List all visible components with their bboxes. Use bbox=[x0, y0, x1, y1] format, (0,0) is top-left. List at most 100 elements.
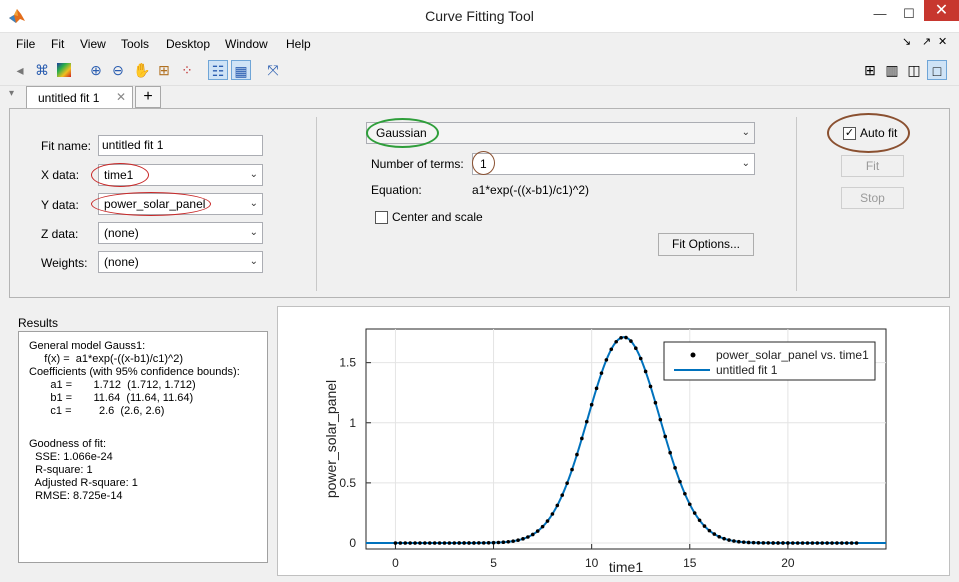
menu-desktop[interactable]: Desktop bbox=[166, 37, 210, 51]
data-point bbox=[511, 539, 515, 543]
undock-arrow-icon[interactable]: ↘ bbox=[902, 35, 911, 48]
data-point bbox=[501, 540, 506, 545]
results-line: a1 = 1.712 (1.712, 1.712) bbox=[29, 379, 196, 391]
maximize-button[interactable]: ☐ bbox=[895, 0, 923, 30]
data-point bbox=[491, 540, 496, 545]
fit-name-input[interactable]: untitled fit 1 bbox=[98, 135, 263, 156]
fit-options-button[interactable]: Fit Options... bbox=[658, 233, 754, 256]
legend-entry-data: power_solar_panel vs. time1 bbox=[716, 348, 869, 362]
data-point bbox=[462, 541, 466, 545]
dock-arrow-icon[interactable]: ↗ bbox=[922, 35, 931, 48]
equation-label: Equation: bbox=[371, 183, 422, 197]
num-terms-select[interactable]: 1 ⌄ bbox=[472, 153, 755, 175]
weights-label: Weights: bbox=[41, 256, 88, 270]
center-scale-checkbox[interactable] bbox=[375, 211, 388, 224]
data-point bbox=[594, 386, 599, 391]
fit-button[interactable]: Fit bbox=[841, 155, 904, 177]
grid-icon[interactable]: ▦ bbox=[231, 60, 251, 80]
title-bar: Curve Fitting Tool — ☐ ✕ bbox=[0, 0, 959, 33]
data-tips-icon[interactable]: ⊞ bbox=[154, 60, 174, 80]
zoom-in-icon[interactable]: ⊕ bbox=[86, 60, 106, 80]
panel-divider bbox=[796, 117, 797, 291]
menu-fit[interactable]: Fit bbox=[51, 37, 64, 51]
data-point bbox=[418, 541, 422, 545]
data-point bbox=[481, 541, 486, 545]
data-point bbox=[560, 493, 565, 497]
tab-scroll-icon[interactable]: ▾ bbox=[9, 88, 21, 106]
axis-limits-icon[interactable]: ⤧ bbox=[263, 60, 283, 80]
y-tick-label: 1.5 bbox=[339, 356, 356, 370]
data-point bbox=[457, 541, 462, 545]
layout-split-icon[interactable]: ◫ bbox=[904, 60, 924, 80]
num-terms-value: 1 bbox=[480, 157, 487, 171]
data-point bbox=[634, 346, 638, 350]
weights-select[interactable]: (none) ⌄ bbox=[98, 251, 263, 273]
data-point bbox=[427, 541, 432, 545]
menu-file[interactable]: File bbox=[16, 37, 35, 51]
zoom-out-icon[interactable]: ⊖ bbox=[108, 60, 128, 80]
plot-legend[interactable]: power_solar_panel vs. time1 untitled fit… bbox=[663, 341, 876, 381]
z-data-select[interactable]: (none) ⌄ bbox=[98, 222, 263, 244]
menu-tools[interactable]: Tools bbox=[121, 37, 149, 51]
data-point bbox=[447, 541, 452, 545]
exclude-outliers-icon[interactable]: ⁘ bbox=[177, 60, 197, 80]
menu-view[interactable]: View bbox=[80, 37, 106, 51]
print-icon[interactable]: ◂ bbox=[10, 60, 30, 80]
x-data-select[interactable]: time1 ⌄ bbox=[98, 164, 263, 186]
data-point bbox=[442, 541, 447, 545]
data-point bbox=[604, 358, 609, 362]
data-point bbox=[830, 541, 834, 545]
data-point bbox=[815, 541, 820, 545]
data-point bbox=[707, 528, 712, 533]
add-tab-button[interactable]: + bbox=[135, 86, 161, 108]
data-point bbox=[452, 541, 457, 545]
data-point bbox=[413, 541, 417, 545]
pan-hand-icon[interactable]: ✋ bbox=[132, 60, 152, 80]
model-type-select[interactable]: Gaussian ⌄ bbox=[366, 122, 755, 144]
colorbar-icon[interactable] bbox=[54, 60, 74, 80]
data-point bbox=[599, 371, 604, 375]
data-point bbox=[624, 335, 628, 340]
data-cursor-icon[interactable]: ⌘ bbox=[32, 60, 52, 80]
auto-fit-checkbox[interactable]: ✓ bbox=[843, 127, 856, 140]
data-point bbox=[589, 402, 594, 407]
minimize-button[interactable]: — bbox=[866, 0, 894, 30]
data-point bbox=[638, 356, 643, 361]
layout-columns-icon[interactable]: ▥ bbox=[882, 60, 902, 80]
data-point bbox=[800, 541, 805, 545]
weights-value: (none) bbox=[104, 255, 139, 269]
results-line: c1 = 2.6 (2.6, 2.6) bbox=[29, 405, 165, 417]
data-point bbox=[717, 534, 722, 539]
data-point bbox=[530, 532, 535, 537]
tab-untitled-fit-1[interactable]: untitled fit 1 ✕ bbox=[26, 86, 133, 108]
legend-icon[interactable]: ☷ bbox=[208, 60, 228, 80]
stop-button[interactable]: Stop bbox=[841, 187, 904, 209]
tab-close-icon[interactable]: ✕ bbox=[116, 90, 126, 104]
data-point bbox=[678, 479, 682, 484]
chevron-down-icon: ⌄ bbox=[249, 169, 258, 180]
y-tick-label: 0 bbox=[349, 536, 356, 550]
y-data-select[interactable]: power_solar_panel ⌄ bbox=[98, 193, 263, 215]
close-button[interactable]: ✕ bbox=[924, 0, 959, 21]
data-point bbox=[790, 541, 795, 545]
data-point bbox=[854, 541, 859, 545]
data-point bbox=[609, 347, 614, 352]
legend-entry-fit: untitled fit 1 bbox=[716, 363, 778, 377]
layout-single-icon[interactable]: □ bbox=[927, 60, 947, 80]
fit-plot[interactable]: 0 5 10 15 20 0 0.5 1 1.5 time1 power_solar_panel… bbox=[278, 307, 949, 575]
data-point bbox=[771, 541, 775, 545]
data-point bbox=[825, 541, 829, 545]
data-point bbox=[477, 541, 481, 545]
data-point bbox=[472, 541, 476, 545]
layout-grid-icon[interactable]: ⊞ bbox=[860, 60, 880, 80]
close-doc-icon[interactable]: ✕ bbox=[938, 35, 947, 48]
data-point bbox=[570, 467, 574, 472]
results-line: Adjusted R-square: 1 bbox=[29, 477, 138, 489]
data-point bbox=[648, 384, 653, 389]
results-line: Goodness of fit: bbox=[29, 438, 107, 450]
menu-bar: File Fit View Tools Desktop Window Help … bbox=[0, 33, 959, 55]
menu-help[interactable]: Help bbox=[286, 37, 311, 51]
data-point bbox=[849, 541, 854, 545]
menu-window[interactable]: Window bbox=[225, 37, 268, 51]
data-point bbox=[844, 541, 849, 545]
